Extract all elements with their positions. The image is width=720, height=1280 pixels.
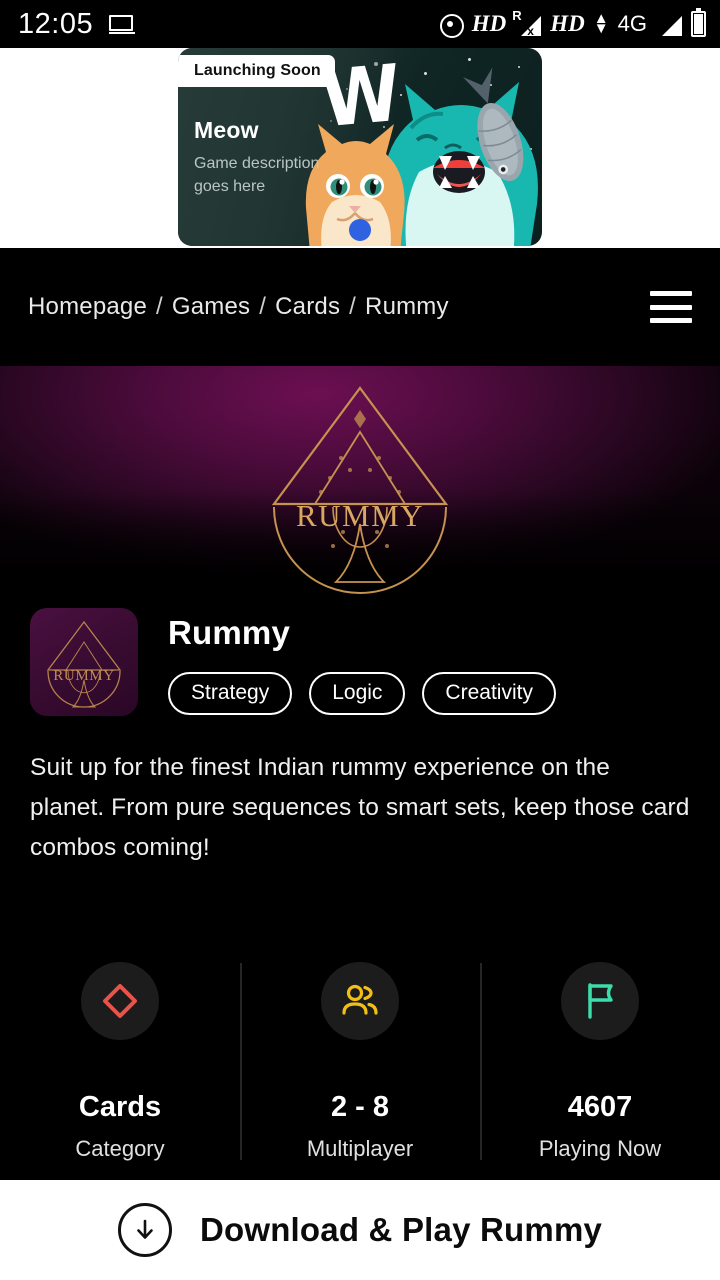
breadcrumb-item-games[interactable]: Games	[172, 293, 250, 321]
signal-icon	[656, 12, 682, 36]
flag-icon	[561, 962, 639, 1040]
tag-logic[interactable]: Logic	[309, 672, 406, 715]
svg-text:RUMMY: RUMMY	[53, 668, 114, 684]
battery-icon	[691, 8, 706, 37]
stat-label-playing-now: Playing Now	[538, 1136, 662, 1161]
breadcrumb-item-rummy[interactable]: Rummy	[365, 293, 449, 321]
breadcrumb-item-cards[interactable]: Cards	[275, 293, 340, 321]
game-description: Suit up for the finest Indian rummy expe…	[30, 754, 690, 861]
stat-value-category: Cards	[78, 1091, 162, 1123]
promo-description: Game description goes here	[194, 152, 374, 198]
promo-description-line2: goes here	[194, 178, 266, 195]
stat-playing-now: 4607 Playing Now	[480, 955, 720, 1170]
breadcrumb-separator: /	[349, 293, 357, 320]
status-time: 12:05	[18, 7, 94, 40]
download-circle-icon	[117, 1203, 172, 1257]
fish-illustration	[463, 67, 524, 182]
breadcrumb: Homepage / Games / Cards / Rummy	[28, 293, 449, 321]
download-play-button[interactable]: Download & Play Rummy	[0, 1180, 720, 1280]
game-header: RUMMY Rummy Strategy Logic Creativity	[0, 608, 720, 716]
promo-badge: Launching Soon	[178, 55, 335, 87]
svg-text:RUMMY: RUMMY	[296, 498, 424, 533]
status-left-icons	[109, 14, 136, 34]
game-icon: RUMMY	[30, 608, 138, 716]
breadcrumb-bar: Homepage / Games / Cards / Rummy	[0, 248, 720, 366]
hd-label-1: HD	[471, 11, 507, 36]
roaming-sub: x	[527, 24, 534, 38]
stat-label-multiplayer: Multiplayer	[306, 1136, 414, 1161]
page-title: Rummy	[168, 614, 291, 651]
game-tags: Strategy Logic Creativity	[168, 672, 556, 715]
breadcrumb-separator: /	[259, 293, 267, 320]
promo-description-line1: Game description	[194, 155, 320, 172]
promo-card[interactable]: W Launching Soon Meow Game description g…	[178, 48, 542, 246]
users-icon	[321, 962, 399, 1040]
tag-creativity[interactable]: Creativity	[422, 672, 556, 715]
game-info: Rummy Strategy Logic Creativity	[168, 608, 556, 716]
roaming-signal-icon: R x	[512, 8, 542, 38]
download-play-label: Download & Play Rummy	[199, 1211, 603, 1248]
cast-icon	[437, 11, 464, 38]
spade-logo-icon: RUMMY	[271, 386, 449, 594]
hero-banner: RUMMY	[0, 366, 720, 600]
promo-title: Meow	[194, 117, 259, 143]
hamburger-menu-icon[interactable]	[650, 291, 692, 323]
roaming-sup: R	[512, 8, 522, 23]
hd-label-2: HD	[550, 11, 585, 36]
stat-label-category: Category	[75, 1136, 165, 1161]
laptop-icon	[109, 14, 136, 34]
stat-value-playing-now: 4607	[567, 1091, 633, 1123]
stats-row: Cards Category 2 - 8 Multiplayer 4607 Pl…	[0, 955, 720, 1170]
data-arrows-icon: ▲ ▼	[593, 10, 609, 37]
game-icon-spade: RUMMY	[46, 620, 122, 708]
breadcrumb-separator: /	[156, 293, 163, 320]
stat-category: Cards Category	[0, 955, 240, 1170]
tag-strategy[interactable]: Strategy	[168, 672, 293, 715]
breadcrumb-item-homepage[interactable]: Homepage	[28, 293, 147, 321]
promo-strip: W Launching Soon Meow Game description g…	[0, 48, 720, 248]
status-bar: 12:05 HD R x HD ▲ ▼ 4G	[0, 0, 720, 48]
stat-value-multiplayer: 2 - 8	[330, 1091, 390, 1123]
diamond-suit-icon	[81, 962, 159, 1040]
stat-multiplayer: 2 - 8 Multiplayer	[240, 955, 480, 1170]
network-label: 4G	[617, 11, 647, 36]
status-right-icons: HD R x HD ▲ ▼ 4G	[437, 8, 706, 38]
